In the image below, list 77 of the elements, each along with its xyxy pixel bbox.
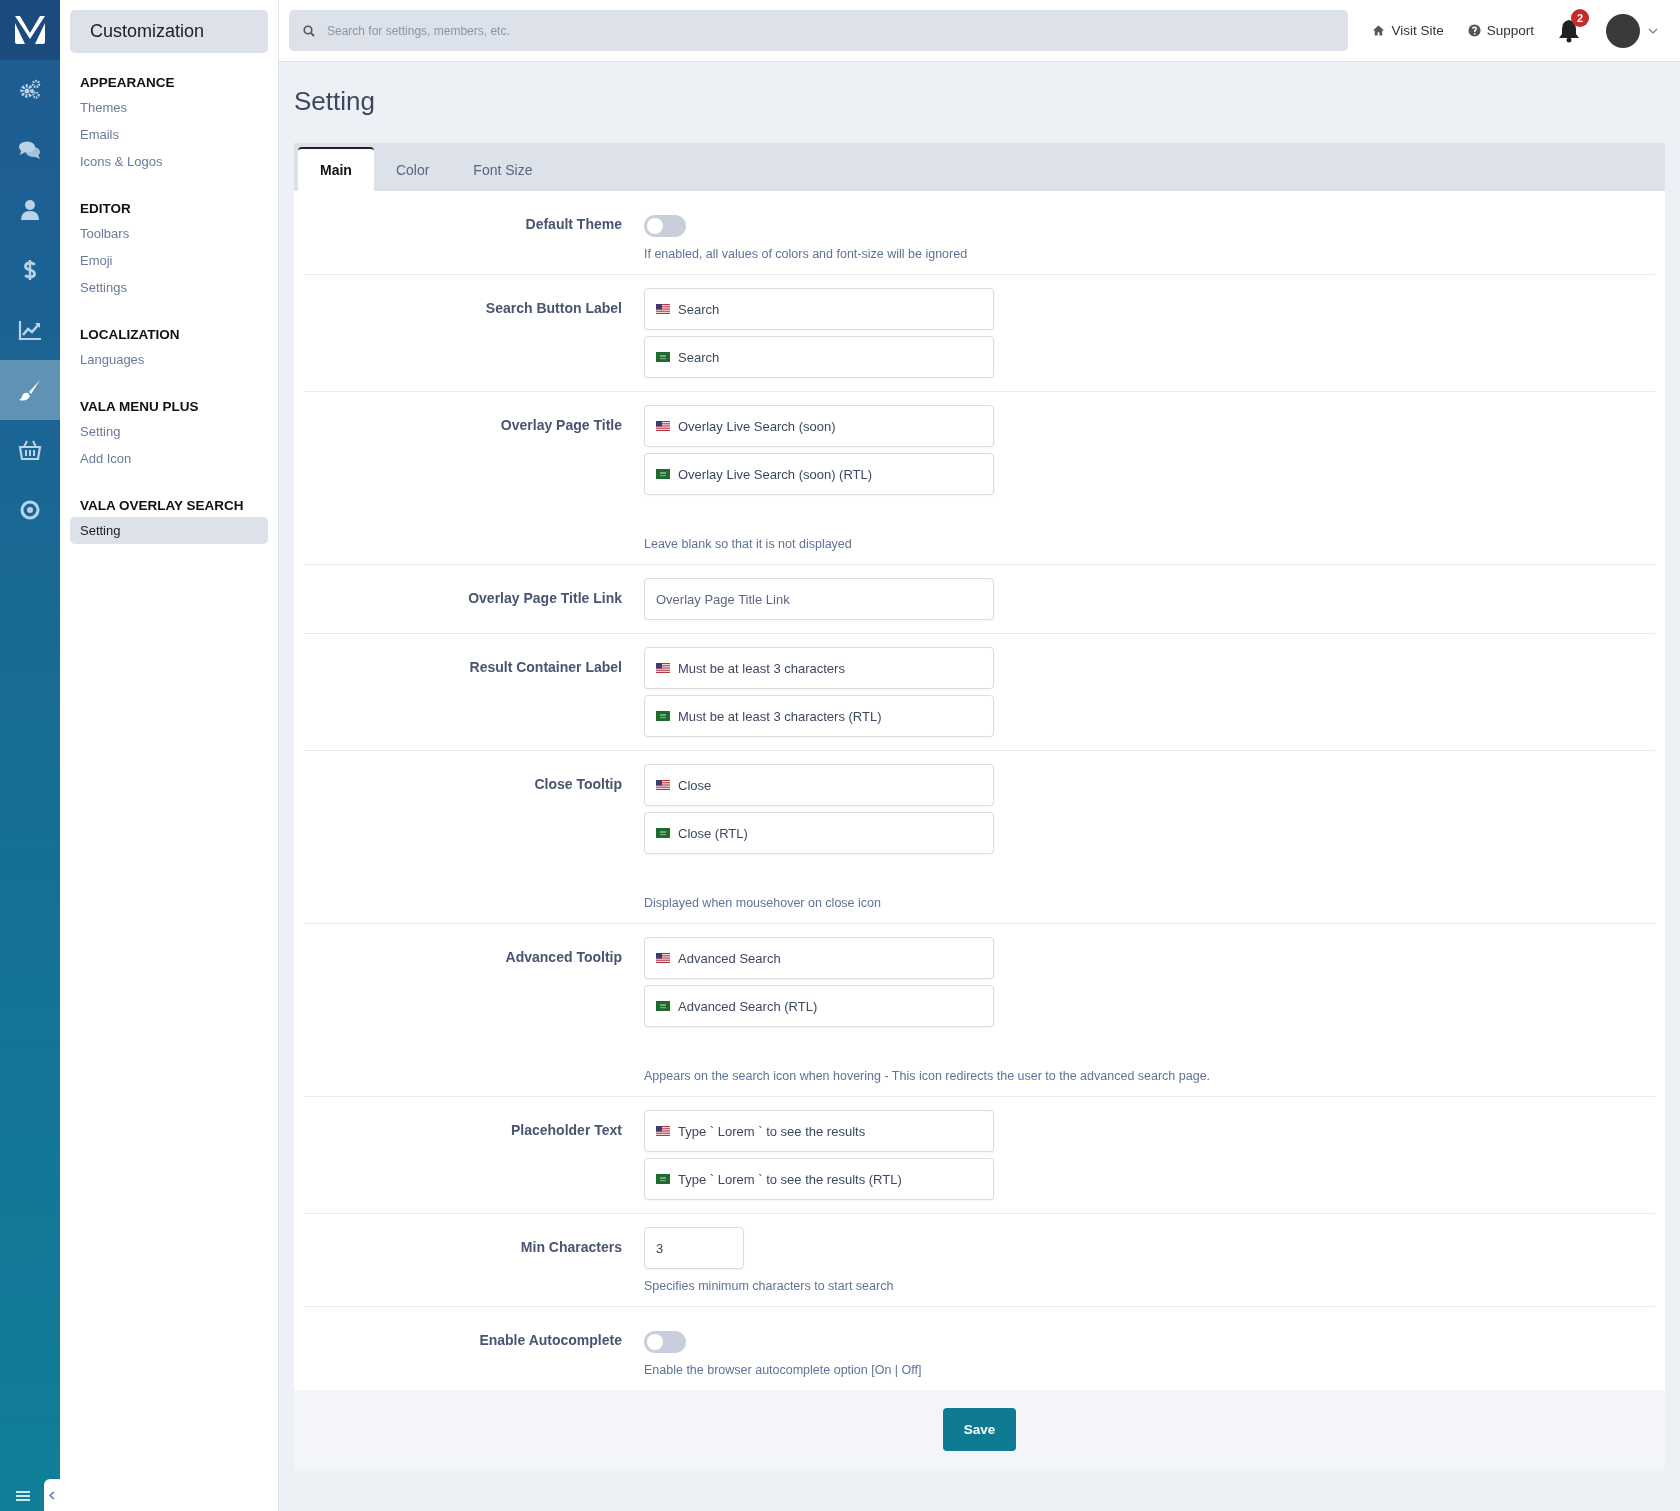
sidebar-item[interactable]: Emails	[70, 121, 268, 148]
field-label: Min Characters	[519, 1238, 623, 1257]
sidebar-item[interactable]: Add Icon	[70, 445, 268, 472]
text-field[interactable]: Type ` Lorem ` to see the results (RTL)	[644, 1158, 994, 1200]
field-label: Search Button Label	[484, 299, 623, 318]
menu-icon[interactable]	[16, 1491, 30, 1501]
section-heading: VALA MENU PLUS	[79, 398, 200, 416]
search-icon	[303, 25, 315, 37]
sidebar-item[interactable]: Setting	[70, 418, 268, 445]
saudi-flag-icon	[656, 1001, 670, 1011]
section-heading: APPEARANCE	[79, 74, 176, 92]
number-field[interactable]: 3	[644, 1227, 744, 1269]
text-field[interactable]: Must be at least 3 characters	[644, 647, 994, 689]
saudi-flag-icon	[656, 469, 670, 479]
field-label: Overlay Page Title	[499, 416, 623, 435]
us-flag-icon	[656, 663, 670, 673]
section-heading: LOCALIZATION	[79, 326, 181, 344]
tab[interactable]: Main	[298, 147, 374, 191]
avatar[interactable]	[1606, 13, 1640, 48]
field-label: Overlay Page Title Link	[467, 589, 623, 608]
help-text: Appears on the search icon when hovering - This icon redirects the user to the advanced search page.	[644, 1069, 1211, 1083]
field-label: Advanced Tooltip	[504, 948, 623, 967]
us-flag-icon	[656, 1126, 670, 1136]
text-field[interactable]: Advanced Search (RTL)	[644, 985, 994, 1027]
saudi-flag-icon	[656, 352, 670, 362]
notification-badge: 2	[1571, 8, 1589, 27]
saudi-flag-icon	[656, 828, 670, 838]
support-link[interactable]: Support	[1467, 23, 1534, 38]
text-field[interactable]: Close (RTL)	[644, 812, 994, 854]
sidebar-item[interactable]: Setting	[70, 517, 268, 544]
text-field[interactable]: Search	[644, 288, 994, 330]
sidebar-item[interactable]: Settings	[70, 274, 268, 301]
sidebar-item[interactable]: Emoji	[70, 247, 268, 274]
text-field[interactable]: Overlay Live Search (soon) (RTL)	[644, 453, 994, 495]
us-flag-icon	[656, 421, 670, 431]
text-field[interactable]: Must be at least 3 characters (RTL)	[644, 695, 994, 737]
sidebar-item[interactable]: Themes	[70, 94, 268, 121]
us-flag-icon	[656, 953, 670, 963]
home-icon	[1372, 24, 1386, 37]
field-label: Default Theme	[524, 215, 623, 234]
tab[interactable]: Font Size	[451, 147, 555, 191]
field-label: Placeholder Text	[510, 1121, 623, 1140]
page-title: Setting	[294, 86, 376, 117]
toggle-switch[interactable]	[644, 215, 686, 237]
section-heading: EDITOR	[79, 200, 132, 218]
text-field[interactable]: Search	[644, 336, 994, 378]
us-flag-icon	[656, 304, 670, 314]
saudi-flag-icon	[656, 1174, 670, 1184]
field-label: Result Container Label	[468, 658, 623, 677]
text-field[interactable]: Overlay Page Title Link	[644, 578, 994, 620]
field-label: Close Tooltip	[533, 775, 623, 794]
toggle-switch[interactable]	[644, 1331, 686, 1353]
logo-icon[interactable]	[14, 15, 46, 45]
sidebar-item[interactable]: Languages	[70, 346, 268, 373]
text-field[interactable]: Type ` Lorem ` to see the results	[644, 1110, 994, 1152]
save-button[interactable]: Save	[942, 1408, 1017, 1451]
caret-icon[interactable]	[1648, 27, 1658, 34]
help-text: Leave blank so that it is not displayed	[644, 537, 853, 551]
sidebar-item[interactable]: Toolbars	[70, 220, 268, 247]
help-icon	[1467, 24, 1481, 37]
us-flag-icon	[656, 780, 670, 790]
help-text: Specifies minimum characters to start search	[644, 1279, 894, 1293]
text-field[interactable]: Close	[644, 764, 994, 806]
section-heading: VALA OVERLAY SEARCH	[79, 497, 245, 515]
saudi-flag-icon	[656, 711, 670, 721]
collapse-icon[interactable]	[49, 1490, 55, 1500]
field-label: Enable Autocomplete	[478, 1331, 623, 1350]
help-text: Displayed when mousehover on close icon	[644, 896, 882, 910]
sidebar-title: Customization	[70, 10, 268, 53]
visit-site-link[interactable]: Visit Site	[1372, 23, 1444, 38]
search-field[interactable]: Search for settings, members, etc.	[289, 10, 1349, 51]
sidebar-item[interactable]: Icons & Logos	[70, 148, 268, 175]
text-field[interactable]: Overlay Live Search (soon)	[644, 405, 994, 447]
help-text: Enable the browser autocomplete option [On | Off]	[644, 1363, 922, 1377]
text-field[interactable]: Advanced Search	[644, 937, 994, 979]
help-text: If enabled, all values of colors and font-size will be ignored	[644, 247, 968, 261]
tab[interactable]: Color	[373, 147, 452, 191]
